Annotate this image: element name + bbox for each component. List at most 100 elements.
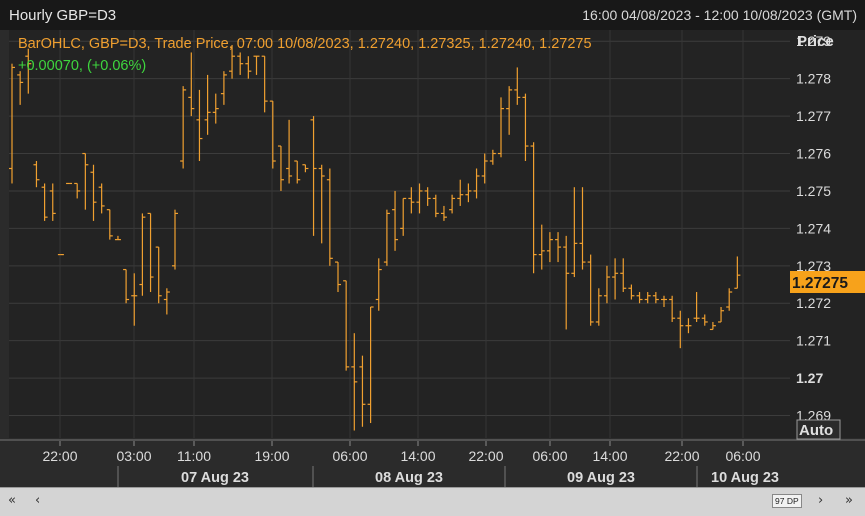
ohlc-bar xyxy=(114,235,121,241)
ohlc-bar xyxy=(33,161,40,188)
ohlc-bar xyxy=(147,212,154,293)
ohlc-bar xyxy=(131,273,138,326)
ohlc-bar xyxy=(440,205,447,221)
ohlc-bar xyxy=(726,288,733,311)
ohlc-bar xyxy=(612,258,619,300)
ohlc-bar xyxy=(277,145,284,191)
ohlc-bar xyxy=(98,183,105,214)
ohlc-bar xyxy=(286,119,293,184)
ohlc-bar xyxy=(571,187,578,278)
x-axis: 22:00 03:00 11:00 19:00 06:00 14:00 22:00 06:00… xyxy=(0,439,865,487)
ohlc-bar xyxy=(465,183,472,203)
y-axis: 1.2691.271.2711.2721.2731.2741.2751.2761… xyxy=(796,33,831,423)
price-tick-label: 1.27 xyxy=(796,370,823,386)
ohlc-bar xyxy=(669,295,676,322)
ohlc-bar xyxy=(367,306,374,424)
ohlc-bar xyxy=(196,89,203,162)
ohlc-bar xyxy=(212,93,219,124)
ohlc-bar xyxy=(392,190,399,251)
ohlc-bar xyxy=(522,93,529,162)
price-tick-label: 1.271 xyxy=(796,333,831,349)
ohlc-bar xyxy=(163,288,170,315)
ohlc-bar xyxy=(644,292,651,304)
ohlc-bar xyxy=(449,194,456,214)
auto-scale-label: Auto xyxy=(799,422,833,439)
ohlc-bar xyxy=(546,232,553,263)
price-tick-label: 1.276 xyxy=(796,146,831,162)
ohlc-bar xyxy=(693,292,700,322)
ohlc-bar xyxy=(343,280,350,371)
ohlc-bar xyxy=(489,149,496,165)
ohlc-bar xyxy=(709,321,716,331)
chart-scrollbar[interactable]: « ‹ 97 DP › » xyxy=(0,487,865,516)
ohlc-bar xyxy=(359,355,366,427)
ohlc-bar xyxy=(269,100,276,169)
ohlc-bar xyxy=(49,183,56,221)
price-tick-label: 1.275 xyxy=(796,183,831,199)
ohlc-bar xyxy=(123,268,130,304)
ohlc-bar xyxy=(595,288,602,326)
ohlc-bar xyxy=(457,179,464,206)
ohlc-info-line: BarOHLC, GBP=D3, Trade Price, 07:00 10/0… xyxy=(18,36,592,52)
date-label: 08 Aug 23 xyxy=(375,470,443,486)
time-tick-label: 22:00 xyxy=(42,448,77,464)
ohlc-bar xyxy=(9,63,15,184)
scroll-prev-button[interactable]: ‹ xyxy=(35,493,40,508)
date-label: 10 Aug 23 xyxy=(711,470,779,486)
ohlc-bar xyxy=(620,258,627,293)
price-axis-title: Price xyxy=(797,33,834,50)
ohlc-bar xyxy=(432,194,439,218)
time-tick-label: 19:00 xyxy=(254,448,289,464)
ohlc-bar xyxy=(106,209,113,240)
ohlc-bar xyxy=(155,246,162,304)
ohlc-bar xyxy=(416,183,423,214)
ohlc-bar xyxy=(335,261,341,293)
ohlc-bar xyxy=(538,224,545,270)
ohlc-bar xyxy=(90,164,97,221)
ohlc-bar xyxy=(628,284,635,300)
ohlc-bar xyxy=(294,160,301,184)
price-tick-label: 1.274 xyxy=(796,220,831,236)
ohlc-bar xyxy=(718,306,725,323)
ohlc-bar xyxy=(498,97,504,158)
date-label: 07 Aug 23 xyxy=(181,470,249,486)
ohlc-bar xyxy=(555,232,562,263)
ohlc-bar xyxy=(302,164,309,173)
ohlc-bar xyxy=(204,74,211,135)
info-panel: BarOHLC, GBP=D3, Trade Price, 07:00 10/0… xyxy=(18,33,592,77)
dp-badge: 97 DP xyxy=(772,494,802,508)
ohlc-bar xyxy=(685,318,692,334)
ohlc-bar xyxy=(701,314,708,326)
time-tick-label: 22:00 xyxy=(468,448,503,464)
scroll-last-button[interactable]: » xyxy=(845,493,853,508)
price-tick-label: 1.272 xyxy=(796,295,831,311)
scroll-first-button[interactable]: « xyxy=(8,493,16,508)
ohlc-bar xyxy=(424,187,431,206)
scroll-next-button[interactable]: › xyxy=(818,493,823,508)
price-tick-label: 1.277 xyxy=(796,108,831,124)
ohlc-bar xyxy=(603,265,610,304)
ohlc-bar xyxy=(180,86,187,169)
time-tick-label: 06:00 xyxy=(532,448,567,464)
ohlc-bar xyxy=(652,292,659,304)
time-tick-label: 11:00 xyxy=(177,448,211,464)
time-tick-label: 22:00 xyxy=(664,448,699,464)
time-tick-label: 14:00 xyxy=(592,448,627,464)
time-tick-label: 06:00 xyxy=(332,448,367,464)
ohlc-bar xyxy=(636,292,643,304)
last-price-label: 1.27275 xyxy=(792,275,848,292)
time-tick-label: 14:00 xyxy=(400,448,435,464)
price-tick-label: 1.278 xyxy=(796,71,831,87)
auto-scale-button[interactable]: Auto xyxy=(796,419,841,440)
ohlc-bar xyxy=(473,168,480,199)
ohlc-bar xyxy=(41,183,48,221)
ohlc-bar xyxy=(734,256,741,289)
ohlc-bars xyxy=(9,44,741,431)
ohlc-bar xyxy=(481,153,488,184)
ohlc-bar xyxy=(587,254,594,326)
grid-lines xyxy=(9,30,790,438)
ohlc-bar xyxy=(563,235,570,330)
ohlc-bar xyxy=(400,197,407,236)
ohlc-bar xyxy=(310,116,317,236)
time-tick-label: 03:00 xyxy=(116,448,151,464)
